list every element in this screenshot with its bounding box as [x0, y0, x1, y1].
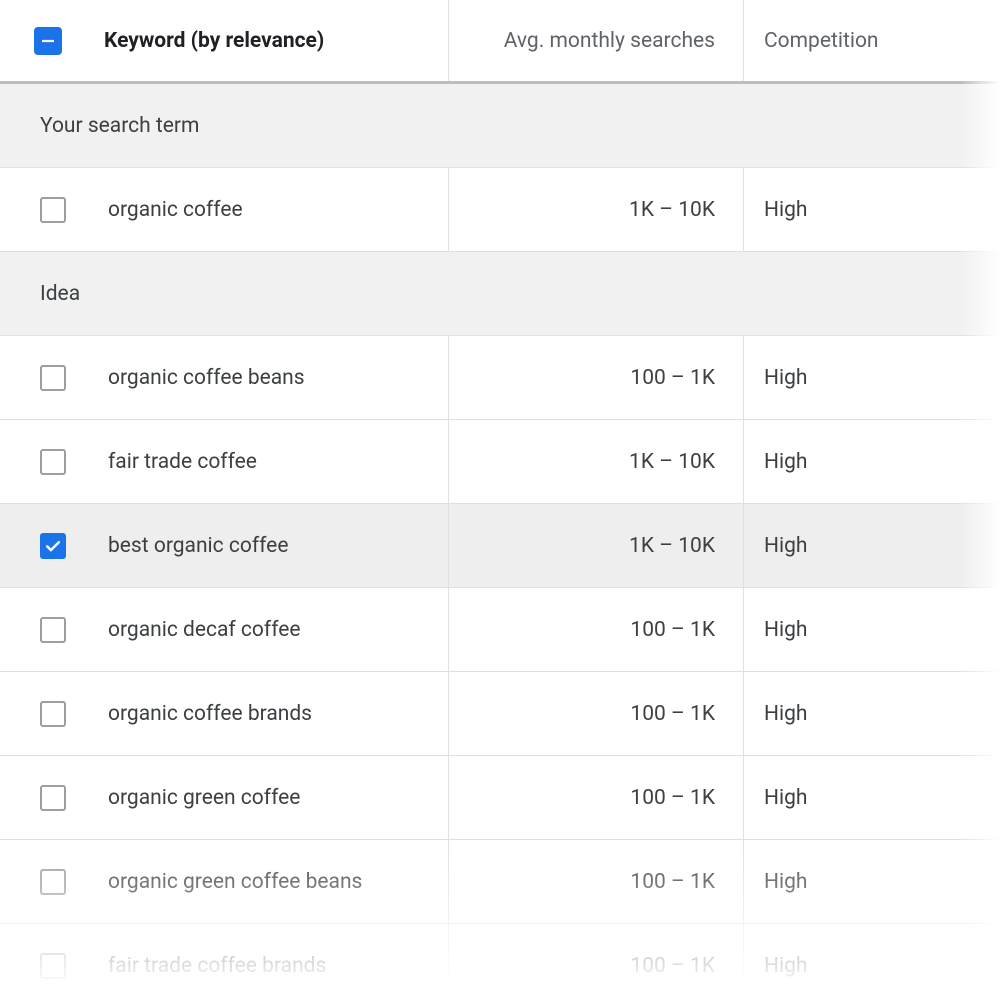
- searches-cell: 100 – 1K: [448, 336, 743, 419]
- keyword-text: fair trade coffee brands: [108, 954, 326, 978]
- select-all-checkbox[interactable]: [34, 27, 62, 55]
- row-checkbox[interactable]: [40, 701, 66, 727]
- keyword-text: organic coffee: [108, 198, 243, 222]
- competition-text: High: [764, 870, 807, 894]
- row-checkbox[interactable]: [40, 197, 66, 223]
- column-header-keyword-label: Keyword (by relevance): [104, 29, 324, 53]
- searches-cell: 100 – 1K: [448, 840, 743, 923]
- column-header-keyword[interactable]: Keyword (by relevance): [0, 0, 448, 81]
- row-checkbox[interactable]: [40, 953, 66, 979]
- competition-cell: High: [743, 840, 1000, 923]
- competition-text: High: [764, 450, 807, 474]
- keyword-cell: best organic coffee: [0, 504, 448, 587]
- competition-cell: High: [743, 168, 1000, 251]
- competition-text: High: [764, 786, 807, 810]
- section-header: Idea: [0, 252, 1000, 336]
- competition-text: High: [764, 702, 807, 726]
- keyword-cell: organic coffee brands: [0, 672, 448, 755]
- competition-cell: High: [743, 924, 1000, 1007]
- keyword-text: organic green coffee: [108, 786, 300, 810]
- column-header-searches-label: Avg. monthly searches: [504, 29, 715, 53]
- searches-text: 100 – 1K: [630, 618, 715, 642]
- competition-cell: High: [743, 420, 1000, 503]
- table-header-row: Keyword (by relevance) Avg. monthly sear…: [0, 0, 1000, 84]
- competition-text: High: [764, 534, 807, 558]
- keyword-text: organic coffee beans: [108, 366, 305, 390]
- competition-text: High: [764, 954, 807, 978]
- table-row[interactable]: fair trade coffee brands 100 – 1K High: [0, 924, 1000, 1008]
- section-header: Your search term: [0, 84, 1000, 168]
- table-row[interactable]: organic green coffee 100 – 1K High: [0, 756, 1000, 840]
- row-checkbox[interactable]: [40, 449, 66, 475]
- row-checkbox[interactable]: [40, 785, 66, 811]
- searches-cell: 1K – 10K: [448, 168, 743, 251]
- column-header-competition[interactable]: Competition: [743, 0, 1000, 81]
- keyword-cell: organic decaf coffee: [0, 588, 448, 671]
- searches-text: 1K – 10K: [629, 198, 715, 222]
- searches-text: 100 – 1K: [630, 870, 715, 894]
- column-header-searches[interactable]: Avg. monthly searches: [448, 0, 743, 81]
- competition-cell: High: [743, 588, 1000, 671]
- searches-text: 1K – 10K: [629, 450, 715, 474]
- searches-text: 100 – 1K: [630, 366, 715, 390]
- competition-cell: High: [743, 504, 1000, 587]
- check-icon: [43, 536, 63, 556]
- competition-cell: High: [743, 336, 1000, 419]
- row-checkbox[interactable]: [40, 617, 66, 643]
- column-header-competition-label: Competition: [764, 29, 879, 53]
- keyword-cell: organic green coffee: [0, 756, 448, 839]
- competition-cell: High: [743, 756, 1000, 839]
- minus-icon: [39, 32, 57, 50]
- keyword-cell: fair trade coffee: [0, 420, 448, 503]
- searches-cell: 100 – 1K: [448, 588, 743, 671]
- table-row[interactable]: organic coffee brands 100 – 1K High: [0, 672, 1000, 756]
- keyword-cell: fair trade coffee brands: [0, 924, 448, 1007]
- row-checkbox[interactable]: [40, 365, 66, 391]
- keyword-cell: organic green coffee beans: [0, 840, 448, 923]
- row-checkbox[interactable]: [40, 869, 66, 895]
- searches-text: 100 – 1K: [630, 786, 715, 810]
- keyword-cell: organic coffee beans: [0, 336, 448, 419]
- searches-text: 1K – 10K: [629, 534, 715, 558]
- searches-cell: 100 – 1K: [448, 756, 743, 839]
- keyword-text: organic decaf coffee: [108, 618, 301, 642]
- row-checkbox[interactable]: [40, 533, 66, 559]
- table-row[interactable]: organic coffee beans 100 – 1K High: [0, 336, 1000, 420]
- table-row[interactable]: organic green coffee beans 100 – 1K High: [0, 840, 1000, 924]
- table-row[interactable]: fair trade coffee 1K – 10K High: [0, 420, 1000, 504]
- keyword-text: fair trade coffee: [108, 450, 257, 474]
- searches-cell: 100 – 1K: [448, 672, 743, 755]
- searches-text: 100 – 1K: [630, 954, 715, 978]
- searches-cell: 100 – 1K: [448, 924, 743, 1007]
- competition-text: High: [764, 198, 807, 222]
- keyword-text: organic green coffee beans: [108, 870, 362, 894]
- keyword-text: best organic coffee: [108, 534, 288, 558]
- competition-text: High: [764, 618, 807, 642]
- keyword-text: organic coffee brands: [108, 702, 312, 726]
- table-row[interactable]: organic coffee 1K – 10K High: [0, 168, 1000, 252]
- competition-text: High: [764, 366, 807, 390]
- searches-text: 100 – 1K: [630, 702, 715, 726]
- searches-cell: 1K – 10K: [448, 420, 743, 503]
- competition-cell: High: [743, 672, 1000, 755]
- searches-cell: 1K – 10K: [448, 504, 743, 587]
- table-row[interactable]: best organic coffee 1K – 10K High: [0, 504, 1000, 588]
- table-row[interactable]: organic decaf coffee 100 – 1K High: [0, 588, 1000, 672]
- keyword-cell: organic coffee: [0, 168, 448, 251]
- keyword-table: Keyword (by relevance) Avg. monthly sear…: [0, 0, 1000, 1008]
